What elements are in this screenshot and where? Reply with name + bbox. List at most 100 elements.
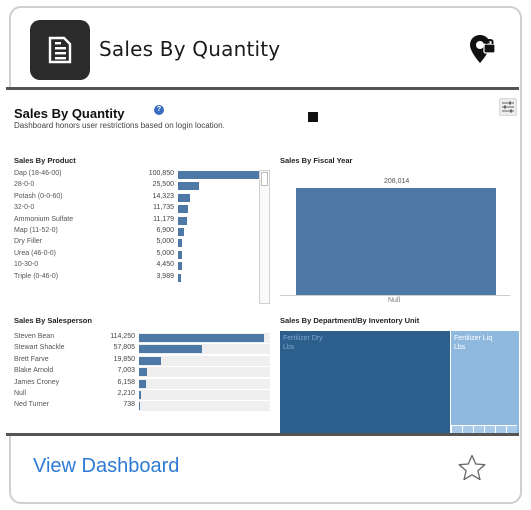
- salesperson-label: Stewart Shackle: [14, 344, 65, 352]
- product-row: 32-0-0 11,735: [14, 204, 259, 214]
- salesperson-value-label: 19,850: [113, 355, 135, 363]
- salesperson-value-label: 6,158: [117, 378, 135, 386]
- product-label: Map (11-52-0): [14, 227, 58, 234]
- salesperson-bar: [139, 356, 161, 365]
- treemap-name: Fertilizer Dry: [283, 335, 323, 342]
- product-bar: [178, 216, 188, 225]
- treemap-label-fertilizer-liq: Fertilizer Liq Lbs: [454, 334, 492, 352]
- fiscal-year-bar: [296, 188, 496, 295]
- product-value-label: 3,989: [156, 272, 174, 280]
- salesperson-label: James Croney: [14, 378, 60, 386]
- salesperson-label: Null: [14, 390, 27, 397]
- product-value-label: 5,000: [156, 238, 174, 246]
- salesperson-label: Steven Bean: [14, 333, 55, 340]
- product-bar: [178, 205, 188, 214]
- salesperson-bar: [139, 345, 203, 354]
- star-outline-icon[interactable]: [457, 453, 487, 488]
- product-value-label: 11,179: [153, 215, 174, 223]
- fiscal-year-axis: [280, 295, 510, 296]
- location-lock-icon: [469, 33, 497, 70]
- treemap-small-cell: [484, 425, 495, 433]
- salesperson-section-title: Sales By Salesperson: [14, 316, 92, 325]
- treemap-label-fertilizer-dry: Fertilizer Dry Lbs: [283, 334, 323, 352]
- salesperson-row: Stewart Shackle 57,805: [14, 344, 270, 354]
- product-value-label: 100,850: [148, 170, 174, 177]
- square-marker: [308, 112, 318, 122]
- salesperson-row: Steven Bean 114,250: [14, 333, 270, 343]
- salesperson-bar: [139, 402, 141, 411]
- product-value-label: 6,900: [156, 227, 174, 234]
- product-row: Map (11-52-0) 6,900: [14, 227, 259, 237]
- product-label: 28-0-0: [14, 181, 35, 189]
- product-bar: [178, 250, 183, 259]
- product-bar: [178, 239, 183, 248]
- dashboard-title: Sales By Quantity: [14, 106, 125, 121]
- salesperson-bar: [139, 379, 146, 388]
- product-row: Ammonium Sulfate 11,179: [14, 216, 259, 226]
- dashboard-preview[interactable]: Sales By Quantity ? Dashboard honors use…: [6, 90, 519, 433]
- document-list-icon: [30, 20, 90, 80]
- product-bar: [178, 228, 184, 236]
- product-bar: [178, 193, 190, 202]
- product-label: Ammonium Sulfate: [14, 215, 74, 223]
- product-label: Urea (46-0-0): [14, 249, 57, 257]
- product-row: 28-0-0 25,500: [14, 181, 259, 191]
- fiscal-year-value-label: 208,014: [384, 178, 410, 185]
- treemap-small-cell: [473, 425, 484, 433]
- sliders-icon[interactable]: [499, 98, 517, 116]
- department-section-title: Sales By Department/By Inventory Unit: [280, 316, 420, 325]
- product-value-label: 4,450: [156, 261, 174, 269]
- product-row: Urea (46-0-0) 5,000: [14, 250, 259, 260]
- treemap-unit: Lbs: [454, 344, 466, 351]
- treemap-cell-fertilizer-liq: Fertilizer Liq Lbs: [451, 331, 519, 433]
- treemap-name: Fertilizer Liq: [454, 335, 493, 342]
- salesperson-label: Ned Turner: [14, 401, 50, 409]
- product-label: 10-30-0: [14, 261, 39, 269]
- product-scrollbar[interactable]: [259, 170, 270, 304]
- fiscal-year-section-title: Sales By Fiscal Year: [280, 156, 353, 165]
- salesperson-row: Ned Turner 738: [14, 401, 270, 411]
- salesperson-row: Null 2,210: [14, 390, 270, 400]
- treemap-small-cell: [462, 425, 473, 433]
- salesperson-label: Blake Arnold: [14, 367, 54, 375]
- product-bar: [178, 182, 199, 191]
- view-dashboard-link[interactable]: View Dashboard: [33, 455, 179, 478]
- treemap-cell-fertilizer-dry: Fertilizer Dry Lbs: [280, 331, 450, 433]
- salesperson-value-label: 114,250: [110, 333, 135, 340]
- product-label: Potash (0-0-60): [14, 192, 63, 200]
- card-header: Sales By Quantity: [11, 8, 520, 96]
- product-row: Dap (18-46-00) 100,850: [14, 170, 260, 180]
- scrollbar-thumb[interactable]: [261, 172, 268, 186]
- product-section-title: Sales By Product: [14, 156, 76, 165]
- product-label: Dap (18-46-00): [14, 170, 62, 177]
- product-bar: [178, 262, 182, 271]
- treemap-unit: Lbs: [283, 344, 295, 351]
- product-label: Triple (0-46-0): [14, 272, 59, 280]
- salesperson-bar: [139, 334, 264, 342]
- salesperson-value-label: 7,003: [117, 367, 135, 375]
- salesperson-bar: [139, 368, 147, 377]
- salesperson-value-label: 2,210: [117, 390, 135, 397]
- salesperson-row: Brett Farve 19,850: [14, 356, 270, 366]
- product-value-label: 11,735: [153, 204, 174, 212]
- salesperson-value-label: 57,805: [113, 344, 135, 352]
- salesperson-bar: [139, 391, 142, 399]
- product-bar: [178, 273, 182, 282]
- fiscal-year-chart: 208,014 Null: [280, 170, 510, 304]
- treemap-small-cell: [506, 425, 517, 433]
- product-value-label: 5,000: [156, 249, 174, 257]
- product-value-label: 14,323: [152, 192, 174, 200]
- fiscal-year-category-label: Null: [388, 297, 401, 304]
- product-row: Triple (0-46-0) 3,989: [14, 273, 259, 283]
- product-value-label: 25,500: [152, 181, 174, 189]
- salesperson-row: James Croney 6,158: [14, 379, 270, 389]
- card-title[interactable]: Sales By Quantity: [99, 37, 280, 61]
- treemap-small-cell: [495, 425, 506, 433]
- product-bar: [178, 171, 260, 179]
- preview-bottom-border: [6, 433, 519, 436]
- treemap-small-cell: [451, 425, 462, 433]
- salesperson-value-label: 738: [123, 401, 135, 409]
- dashboard-subtitle: Dashboard honors user restrictions based…: [14, 121, 225, 130]
- product-row: 10-30-0 4,450: [14, 261, 259, 271]
- help-icon[interactable]: ?: [154, 105, 164, 115]
